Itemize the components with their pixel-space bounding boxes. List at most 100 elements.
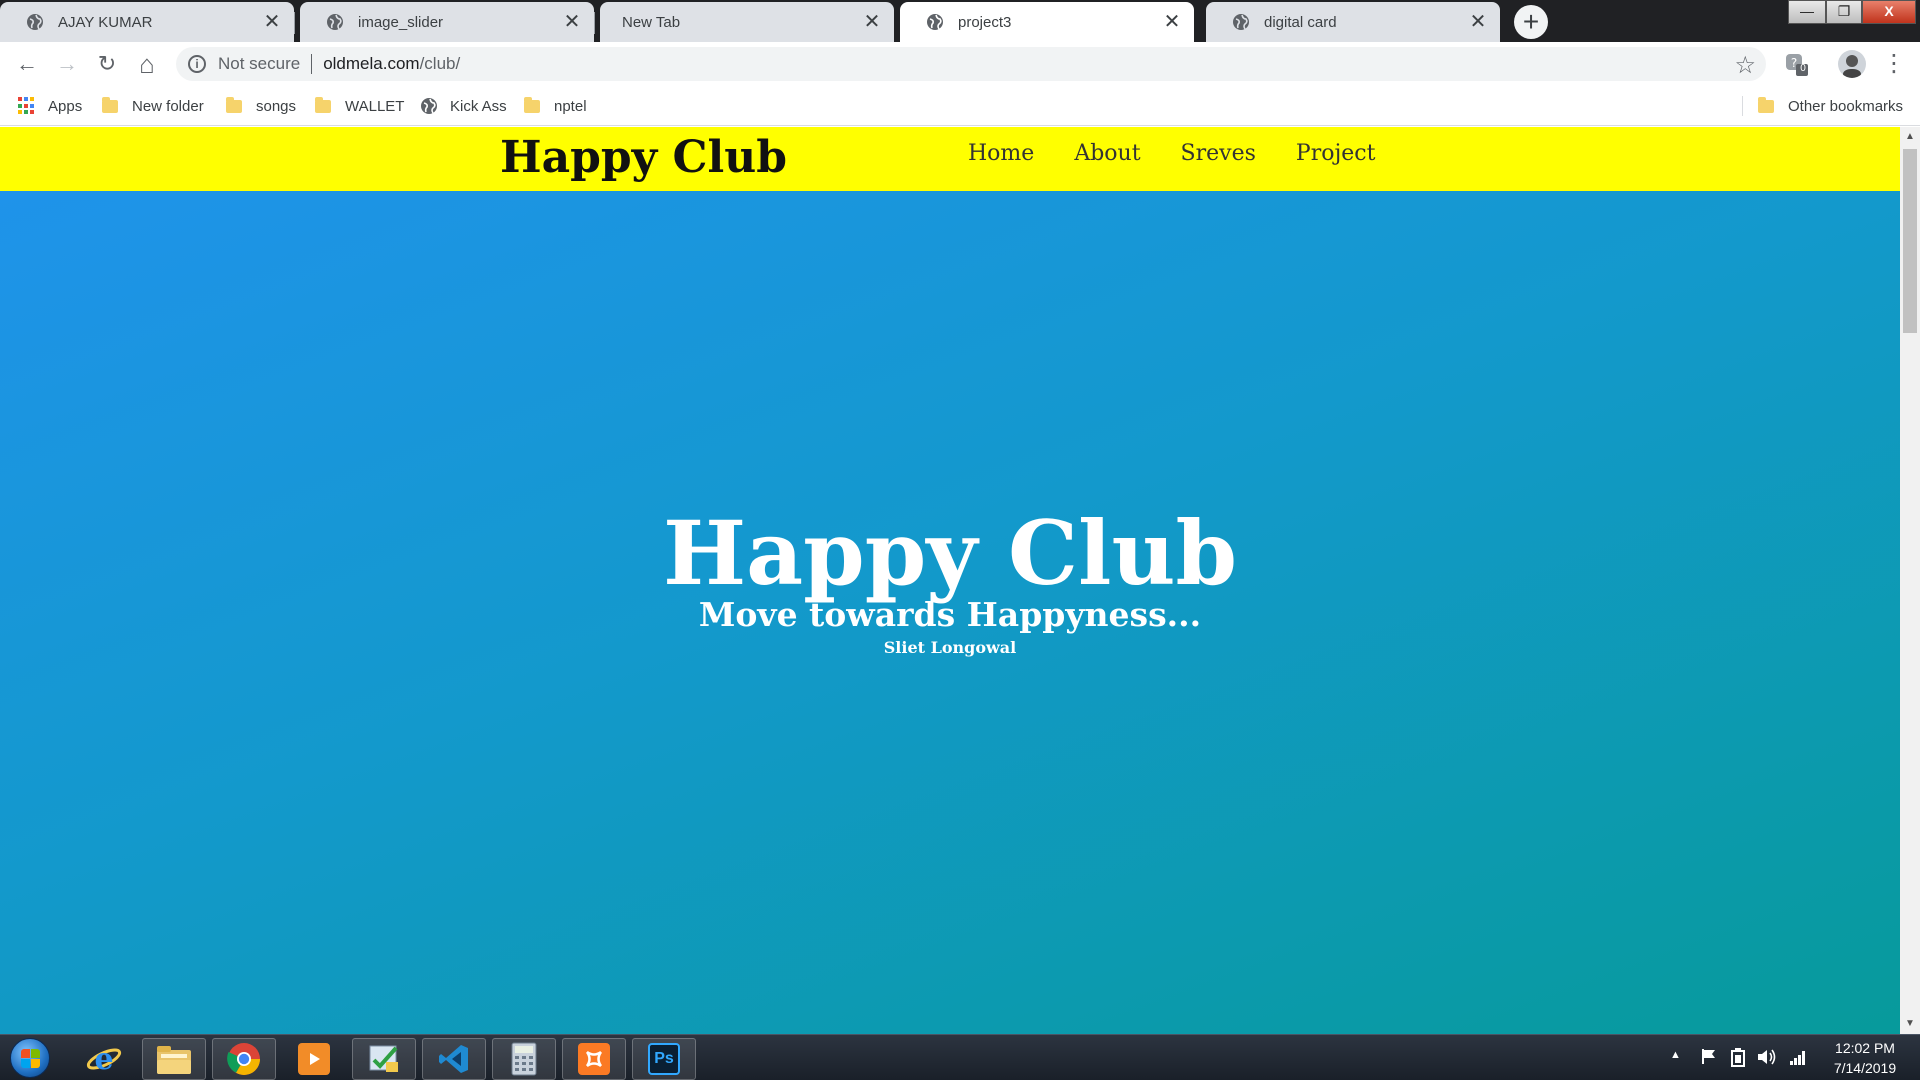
nav-link-about[interactable]: About bbox=[1074, 141, 1140, 166]
scroll-down-arrow-icon[interactable]: ▼ bbox=[1900, 1016, 1920, 1032]
windows-taskbar: e Ps ▲ 12:02 PM 7/14/2019 bbox=[0, 1034, 1920, 1080]
file-explorer-icon bbox=[157, 1046, 191, 1074]
profile-avatar[interactable] bbox=[1838, 50, 1866, 78]
globe-icon bbox=[1233, 14, 1249, 30]
taskbar-vscode[interactable] bbox=[422, 1038, 486, 1080]
scroll-up-arrow-icon[interactable]: ▲ bbox=[1900, 129, 1920, 145]
taskbar-calculator[interactable] bbox=[492, 1038, 556, 1080]
tab-ajay-kumar[interactable]: AJAY KUMAR ✕ bbox=[0, 2, 295, 42]
bookmark-label: WALLET bbox=[345, 97, 405, 115]
hero-caption: Sliet Longowal bbox=[883, 638, 1017, 657]
taskbar-media-player[interactable] bbox=[282, 1038, 346, 1080]
bookmark-new-folder[interactable]: New folder bbox=[102, 95, 204, 117]
tab-close-icon[interactable]: ✕ bbox=[1468, 12, 1488, 32]
address-bar[interactable]: i Not secure oldmela.com /club/ ☆ bbox=[176, 47, 1766, 81]
bookmark-wallet[interactable]: WALLET bbox=[315, 95, 404, 117]
globe-icon bbox=[421, 98, 437, 114]
nav-link-home[interactable]: Home bbox=[968, 141, 1034, 166]
menu-icon[interactable]: ⋮ bbox=[1880, 50, 1908, 78]
power-icon[interactable] bbox=[1729, 1047, 1747, 1072]
system-clock[interactable]: 12:02 PM 7/14/2019 bbox=[1820, 1038, 1910, 1078]
page-scrollbar[interactable]: ▲ ▼ bbox=[1900, 127, 1920, 1034]
tab-title: image_slider bbox=[358, 13, 444, 31]
clock-date: 7/14/2019 bbox=[1833, 1060, 1897, 1076]
tab-project3[interactable]: project3 ✕ bbox=[900, 2, 1194, 42]
tab-close-icon[interactable]: ✕ bbox=[862, 12, 882, 32]
tab-title: digital card bbox=[1264, 13, 1337, 31]
reload-icon[interactable]: ↻ bbox=[93, 50, 121, 78]
home-icon[interactable]: ⌂ bbox=[133, 50, 161, 78]
bookmark-label: Kick Ass bbox=[450, 97, 507, 115]
taskbar-internet-explorer[interactable]: e bbox=[72, 1038, 136, 1080]
folder-icon bbox=[315, 96, 331, 113]
media-player-icon bbox=[298, 1043, 330, 1075]
taskbar-photoshop[interactable]: Ps bbox=[632, 1038, 696, 1080]
clock-time: 12:02 PM bbox=[1835, 1040, 1895, 1056]
tab-title: project3 bbox=[958, 13, 1012, 31]
omnibox-divider bbox=[311, 54, 313, 74]
bookmarks-divider bbox=[1742, 96, 1743, 116]
tab-title: AJAY KUMAR bbox=[58, 13, 153, 31]
apps-grid-icon bbox=[18, 97, 36, 115]
bookmark-nptel[interactable]: nptel bbox=[524, 95, 587, 117]
site-nav-links: Home About Sreves Project bbox=[968, 141, 1415, 166]
window-close-button[interactable]: X bbox=[1862, 0, 1916, 24]
bookmark-star-icon[interactable]: ☆ bbox=[1734, 51, 1756, 80]
browser-toolbar: ← → ↻ ⌂ i Not secure oldmela.com /club/ … bbox=[0, 42, 1920, 86]
taskbar-file-explorer[interactable] bbox=[142, 1038, 206, 1080]
bookmark-apps[interactable]: Apps bbox=[18, 95, 82, 117]
taskbar-chrome[interactable] bbox=[212, 1038, 276, 1080]
back-icon[interactable]: ← bbox=[13, 50, 41, 78]
task-app-icon bbox=[369, 1045, 398, 1072]
tab-title: New Tab bbox=[622, 13, 681, 31]
scrollbar-thumb[interactable] bbox=[1903, 149, 1917, 333]
globe-icon bbox=[27, 14, 43, 30]
folder-icon bbox=[102, 96, 118, 113]
start-button[interactable] bbox=[10, 1038, 50, 1078]
minimize-button[interactable]: — bbox=[1788, 0, 1826, 24]
site-logo[interactable]: Happy Club bbox=[500, 132, 787, 183]
tab-digital-card[interactable]: digital card ✕ bbox=[1206, 2, 1500, 42]
info-icon[interactable]: i bbox=[188, 55, 206, 73]
extension-icon[interactable]: ? 0 bbox=[1784, 52, 1810, 78]
other-bookmarks[interactable]: Other bookmarks bbox=[1758, 95, 1903, 117]
web-page: Happy Club Home About Sreves Project Hap… bbox=[0, 127, 1900, 1034]
nav-link-project[interactable]: Project bbox=[1296, 141, 1376, 166]
bookmark-label: New folder bbox=[132, 97, 204, 115]
bookmarks-bar: Apps New folder songs WALLET Kick Ass np… bbox=[0, 86, 1920, 126]
tab-image-slider[interactable]: image_slider ✕ bbox=[300, 2, 595, 42]
url-host: oldmela.com bbox=[323, 54, 420, 73]
new-tab-button[interactable]: + bbox=[1514, 5, 1548, 39]
svg-text:e: e bbox=[94, 1042, 113, 1077]
bookmark-label: nptel bbox=[554, 97, 587, 115]
tab-new-tab[interactable]: New Tab ✕ bbox=[600, 2, 894, 42]
hero-title: Happy Club bbox=[663, 501, 1237, 605]
bookmark-kick-ass[interactable]: Kick Ass bbox=[420, 95, 507, 117]
internet-explorer-icon: e bbox=[86, 1042, 122, 1077]
nav-link-services[interactable]: Sreves bbox=[1181, 141, 1256, 166]
taskbar-xampp[interactable] bbox=[562, 1038, 626, 1080]
vscode-icon bbox=[439, 1045, 468, 1073]
url-path: /club/ bbox=[419, 54, 461, 73]
site-navbar: Happy Club Home About Sreves Project bbox=[0, 127, 1900, 191]
tab-close-icon[interactable]: ✕ bbox=[562, 12, 582, 32]
security-status: Not secure bbox=[218, 54, 301, 73]
tray-expand-icon[interactable]: ▲ bbox=[1670, 1049, 1681, 1061]
globe-icon bbox=[327, 14, 343, 30]
tab-strip: AJAY KUMAR ✕ image_slider ✕ New Tab ✕ pr… bbox=[0, 0, 1920, 42]
bookmark-label: Other bookmarks bbox=[1788, 97, 1904, 115]
volume-icon[interactable] bbox=[1756, 1047, 1778, 1072]
taskbar-task-app[interactable] bbox=[352, 1038, 416, 1080]
tab-close-icon[interactable]: ✕ bbox=[262, 12, 282, 32]
hero-section: Happy Club Move towards Happyness... Sli… bbox=[0, 191, 1900, 1034]
bookmark-songs[interactable]: songs bbox=[226, 95, 296, 117]
folder-icon bbox=[524, 96, 540, 113]
extension-badge: 0 bbox=[1800, 63, 1806, 74]
forward-icon[interactable]: → bbox=[53, 50, 81, 78]
network-signal-icon[interactable] bbox=[1788, 1047, 1808, 1072]
action-center-flag-icon[interactable] bbox=[1700, 1047, 1718, 1070]
tab-close-icon[interactable]: ✕ bbox=[1162, 12, 1182, 32]
globe-icon bbox=[927, 14, 943, 30]
maximize-button[interactable]: ❐ bbox=[1826, 0, 1862, 24]
photoshop-icon: Ps bbox=[648, 1043, 680, 1075]
